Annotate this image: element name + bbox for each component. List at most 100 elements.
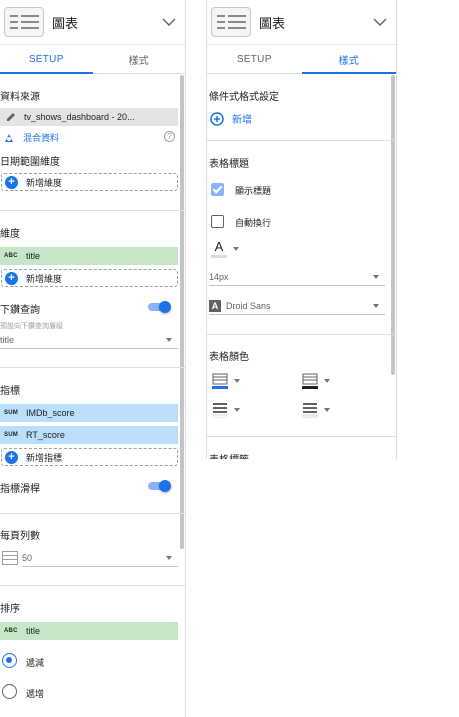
scrollbar[interactable] bbox=[180, 75, 184, 549]
chevron-down-icon[interactable] bbox=[159, 12, 179, 32]
font-size-value: 14px bbox=[209, 271, 229, 282]
setup-panel: 圖表 SETUP 樣式 資料來源 tv_shows_dashboard - 20… bbox=[0, 0, 186, 717]
drill-down-title: 下鑽查詢 bbox=[0, 305, 40, 316]
even-row-color-button[interactable] bbox=[302, 402, 336, 418]
sort-type-label: ABC bbox=[4, 628, 18, 634]
date-range-title: 日期範圍維度 bbox=[0, 157, 60, 168]
data-source-title: 資料來源 bbox=[0, 92, 40, 103]
add-metric-label: 新增指標 bbox=[26, 452, 63, 463]
row-color-icon bbox=[302, 403, 318, 418]
chart-type-title: 圖表 bbox=[259, 15, 286, 31]
ascending-radio[interactable] bbox=[2, 684, 17, 699]
header-font-color-button[interactable]: A bbox=[211, 240, 245, 258]
font-family-select[interactable]: A Droid Sans bbox=[209, 297, 385, 315]
dimension-chip[interactable]: ABC title bbox=[0, 247, 178, 265]
pencil-icon[interactable] bbox=[6, 112, 16, 122]
rows-per-page-value: 50 bbox=[22, 552, 33, 563]
help-icon[interactable]: ? bbox=[164, 131, 175, 142]
metric-name: IMDb_score bbox=[26, 408, 75, 418]
dropdown-caret-icon bbox=[233, 247, 239, 251]
style-scroll-area: 條件式格式設定 新增 表格標題 顯示標題 自動換行 A 14px A Droid… bbox=[207, 75, 396, 459]
metric-slider-toggle[interactable] bbox=[148, 480, 171, 492]
metric-title: 指標 bbox=[0, 386, 20, 397]
add-circle-icon bbox=[210, 111, 224, 126]
chevron-down-icon[interactable] bbox=[370, 12, 390, 32]
sort-chip[interactable]: ABC title bbox=[0, 622, 178, 640]
add-conditional-format-button[interactable]: 新增 bbox=[210, 111, 252, 126]
tab-setup[interactable]: SETUP bbox=[0, 45, 93, 74]
blend-data-link[interactable]: 混合資料 bbox=[3, 131, 59, 144]
metric-agg-label: SUM bbox=[4, 410, 18, 416]
font-family-icon: A bbox=[209, 299, 221, 312]
dropdown-caret-icon bbox=[166, 555, 172, 560]
border-color-icon bbox=[302, 373, 318, 389]
drill-down-toggle[interactable] bbox=[148, 301, 171, 313]
add-dimension-label: 新增維度 bbox=[26, 273, 63, 284]
divider bbox=[207, 140, 396, 141]
setup-scroll-area: 資料來源 tv_shows_dashboard - 20... 混合資料 ? 日… bbox=[0, 75, 185, 717]
scrollbar[interactable] bbox=[391, 75, 395, 375]
border-color-button[interactable] bbox=[302, 373, 336, 389]
table-rows-icon bbox=[2, 551, 18, 565]
dropdown-caret-icon bbox=[166, 337, 172, 342]
divider bbox=[207, 334, 396, 335]
plus-icon: + bbox=[5, 175, 18, 189]
dropdown-caret-icon bbox=[324, 379, 330, 383]
add-date-dimension-label: 新增維度 bbox=[26, 177, 63, 188]
chart-type-header[interactable]: 圖表 bbox=[0, 0, 185, 44]
show-header-checkbox[interactable] bbox=[211, 183, 224, 196]
divider bbox=[0, 513, 185, 514]
descending-label: 遞減 bbox=[26, 658, 45, 668]
drill-down-level-select[interactable]: title bbox=[0, 331, 178, 349]
add-date-dimension-button[interactable]: + 新增維度 bbox=[1, 173, 178, 191]
font-size-select[interactable]: 14px bbox=[209, 268, 385, 286]
plus-icon: + bbox=[5, 450, 18, 464]
data-source-row[interactable]: tv_shows_dashboard - 20... bbox=[0, 108, 178, 126]
table-chart-icon bbox=[4, 7, 44, 37]
descending-radio[interactable] bbox=[2, 653, 17, 668]
conditional-format-title: 條件式格式設定 bbox=[209, 92, 279, 103]
drill-down-level-value: title bbox=[0, 334, 15, 345]
tab-style[interactable]: 樣式 bbox=[93, 45, 186, 73]
chart-type-header[interactable]: 圖表 bbox=[207, 0, 396, 44]
add-conditional-format-label: 新增 bbox=[232, 115, 252, 126]
dimension-name: title bbox=[26, 251, 41, 261]
divider bbox=[0, 210, 185, 211]
wrap-text-checkbox[interactable] bbox=[211, 215, 224, 228]
dropdown-caret-icon bbox=[234, 408, 240, 412]
blend-data-label: 混合資料 bbox=[23, 133, 60, 143]
blend-icon bbox=[5, 133, 13, 142]
fill-color-icon bbox=[212, 373, 228, 389]
metric-agg-label: SUM bbox=[4, 432, 18, 438]
sort-field-name: title bbox=[26, 626, 41, 636]
rows-per-page-title: 每頁列數 bbox=[0, 531, 40, 542]
add-metric-button[interactable]: + 新增指標 bbox=[1, 448, 178, 466]
dropdown-caret-icon bbox=[324, 408, 330, 412]
tab-setup[interactable]: SETUP bbox=[207, 45, 302, 73]
chart-type-title: 圖表 bbox=[52, 15, 79, 31]
metric-slider-title: 指標滑桿 bbox=[0, 484, 40, 495]
metric-chip[interactable]: SUM RT_score bbox=[0, 426, 178, 444]
add-dimension-button[interactable]: + 新增維度 bbox=[1, 269, 178, 287]
dimension-title: 維度 bbox=[0, 229, 20, 240]
tab-style[interactable]: 樣式 bbox=[301, 45, 397, 74]
header-bg-color-button[interactable] bbox=[212, 373, 246, 389]
divider bbox=[0, 585, 185, 586]
ascending-label: 遞增 bbox=[26, 689, 45, 699]
metric-chip[interactable]: SUM IMDb_score bbox=[0, 404, 178, 422]
divider bbox=[207, 436, 396, 437]
plus-icon: + bbox=[5, 271, 18, 285]
wrap-text-label: 自動換行 bbox=[235, 218, 272, 228]
rows-per-page-select[interactable]: 50 bbox=[22, 549, 178, 567]
divider bbox=[0, 367, 185, 368]
sort-title: 排序 bbox=[0, 604, 20, 615]
style-panel: 圖表 SETUP 樣式 條件式格式設定 新增 表格標題 顯示標題 自動換行 A bbox=[206, 0, 397, 459]
panel-tabs: SETUP 樣式 bbox=[207, 44, 396, 74]
dimension-type-label: ABC bbox=[4, 253, 18, 259]
metric-name: RT_score bbox=[26, 430, 65, 440]
dropdown-caret-icon bbox=[234, 379, 240, 383]
row-color-icon bbox=[212, 403, 228, 418]
odd-row-color-button[interactable] bbox=[212, 402, 246, 418]
font-family-value: Droid Sans bbox=[226, 300, 271, 311]
show-header-label: 顯示標題 bbox=[235, 186, 272, 196]
